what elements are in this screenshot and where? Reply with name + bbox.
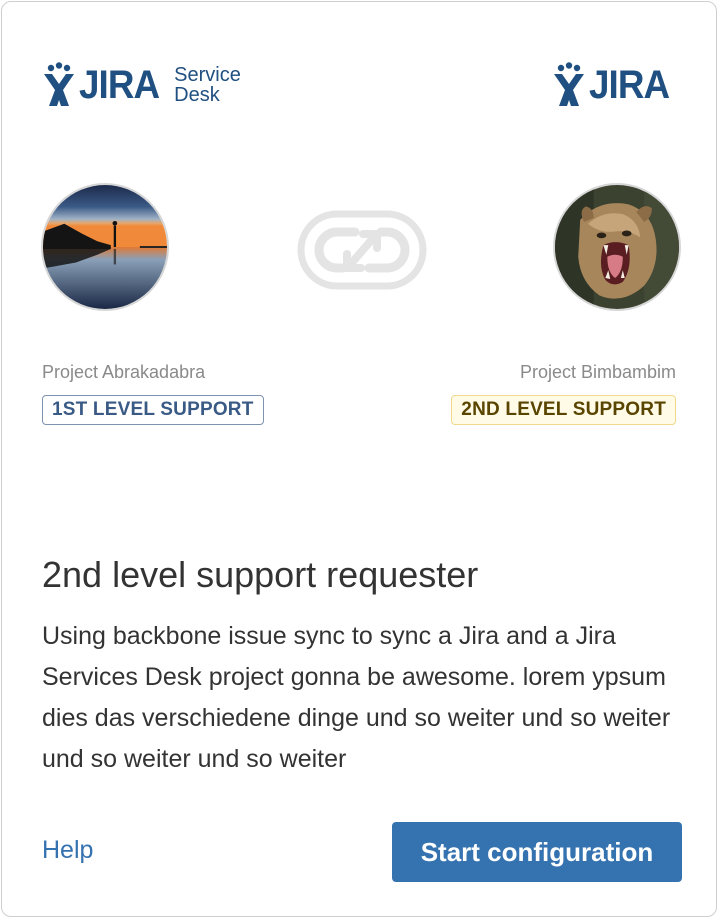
card-description: Using backbone issue sync to sync a Jira… — [42, 622, 671, 773]
service-desk-line2: Desk — [174, 84, 220, 106]
start-configuration-button[interactable]: Start configuration — [392, 822, 682, 882]
jira-logo: JIRA — [551, 62, 676, 108]
sync-link-icon — [297, 210, 427, 290]
project-avatar-left — [41, 183, 169, 311]
card-title: 2nd level support requester — [42, 554, 479, 595]
project-name-right: Project Bimbambim — [519, 362, 676, 382]
jira-logo-icon — [553, 62, 584, 106]
service-desk-line1: Service — [174, 64, 241, 86]
jira-service-desk-logo: JIRA Service Desk — [41, 62, 241, 108]
support-level-badge-left: 1ST LEVEL SUPPORT — [42, 395, 264, 425]
project-name-left: Project Abrakadabra — [42, 362, 206, 382]
configuration-card: JIRA Service Desk JIRA Project Abrakadab… — [1, 1, 717, 917]
jira-wordmark: JIRA — [79, 63, 160, 107]
service-desk-label: Service Desk — [174, 65, 241, 105]
sunset-lake-image — [43, 185, 167, 309]
help-link[interactable]: Help — [42, 836, 93, 865]
project-avatar-right — [553, 183, 681, 311]
jira-wordmark: JIRA — [588, 63, 670, 107]
jira-logo-icon — [44, 62, 74, 106]
support-level-badge-right: 2ND LEVEL SUPPORT — [451, 395, 676, 425]
lioness-image — [555, 185, 679, 309]
